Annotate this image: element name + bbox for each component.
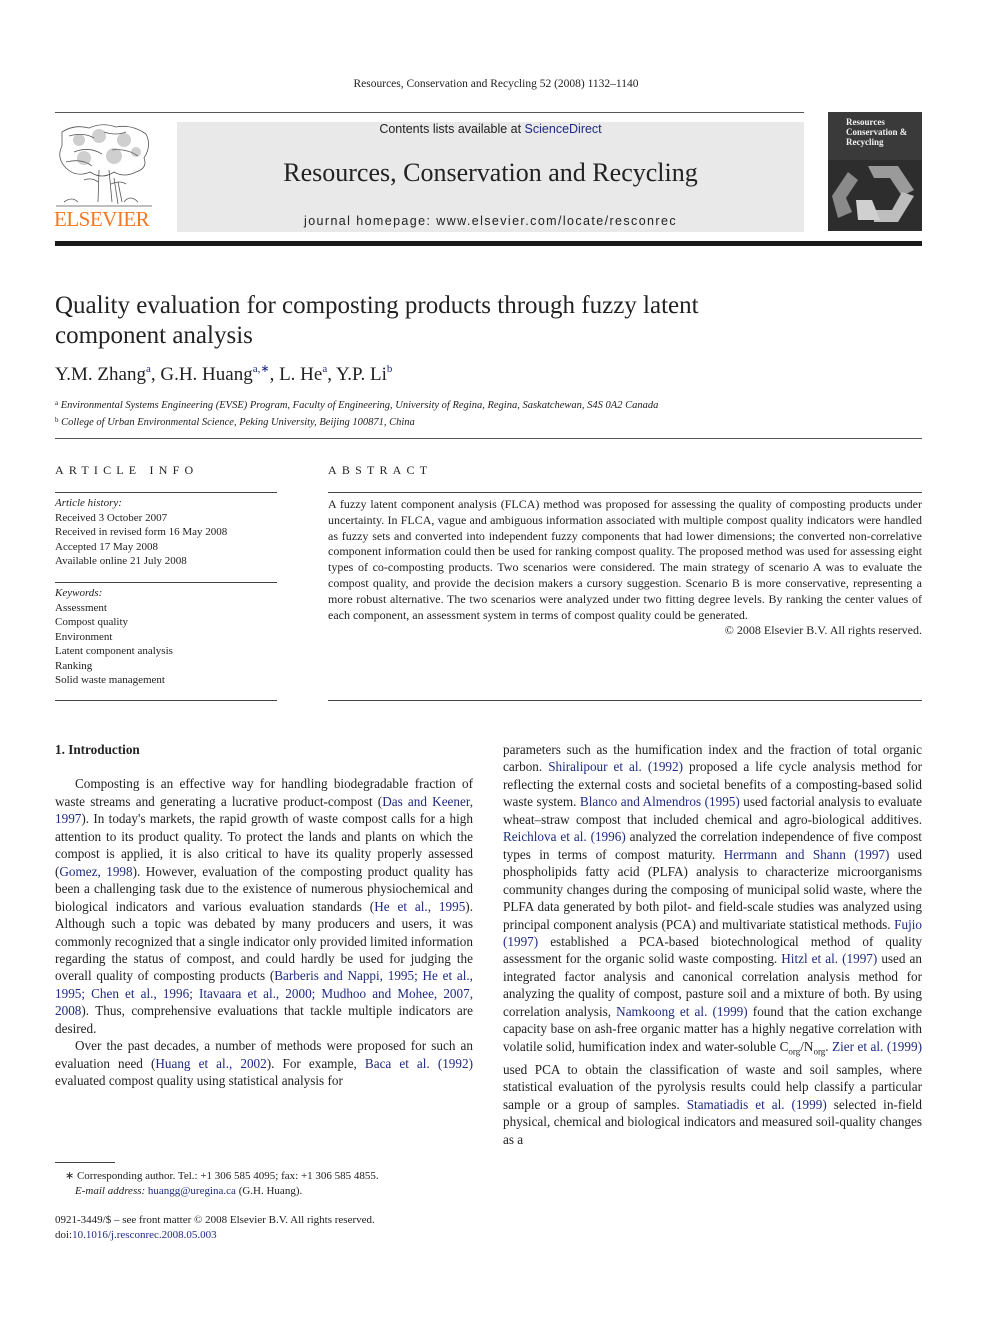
keywords-label: Keywords: <box>55 587 103 599</box>
footnote-mark: ∗ <box>65 1170 75 1182</box>
divider <box>55 438 922 439</box>
keywords: Keywords: Assessment Compost quality Env… <box>55 586 277 688</box>
article-history-label: Article history: <box>55 497 122 509</box>
divider <box>55 700 277 701</box>
citation-link[interactable]: Stamatiadis et al. (1999) <box>687 1097 827 1112</box>
citation-link[interactable]: Shiralipour et al. (1992) <box>548 759 683 774</box>
author-name[interactable]: L. He <box>279 364 322 385</box>
footnote-text: Corresponding author. Tel.: +1 306 585 4… <box>74 1170 379 1182</box>
subscript: org <box>813 1046 826 1057</box>
email-label: E-mail address: <box>75 1184 148 1197</box>
body-paragraph: parameters such as the humification inde… <box>503 742 923 1147</box>
abstract-copyright: © 2008 Elsevier B.V. All rights reserved… <box>724 623 922 638</box>
citation-link[interactable]: Gomez, 1998 <box>59 864 132 879</box>
author-affil-mark[interactable]: b <box>387 363 393 375</box>
citation-link[interactable]: Huang et al., 2002 <box>155 1056 266 1071</box>
citation-link[interactable]: Barberis and Nappi, 1995; He et al., 199… <box>55 968 473 1018</box>
keyword: Compost quality <box>55 616 129 628</box>
issn-line: 0921-3449/$ – see front matter © 2008 El… <box>55 1214 375 1226</box>
history-item: Accepted 17 May 2008 <box>55 540 158 553</box>
citation-link[interactable]: He et al., 1995 <box>374 899 465 914</box>
journal-title: Resources, Conservation and Recycling <box>283 158 698 187</box>
citation-link[interactable]: Zier et al. (1999) <box>832 1039 922 1054</box>
email-link[interactable]: huangg@uregina.ca <box>148 1185 236 1197</box>
keyword: Latent component analysis <box>55 645 173 657</box>
header-bottom-rule <box>55 241 922 246</box>
divider <box>328 700 922 701</box>
author-affil-mark[interactable]: a <box>322 363 327 375</box>
article-title: Quality evaluation for composting produc… <box>55 292 699 349</box>
history-item: Received 3 October 2007 <box>55 511 168 524</box>
citation-link[interactable]: Hitzl et al. (1997) <box>781 951 877 966</box>
author-name[interactable]: Y.M. Zhang <box>55 364 146 385</box>
journal-homepage: journal homepage: www.elsevier.com/locat… <box>177 214 804 229</box>
section-heading-introduction: 1. Introduction <box>55 742 140 757</box>
affiliation: a Environmental Systems Engineering (EVS… <box>55 399 659 411</box>
doi-link[interactable]: 10.1016/j.resconrec.2008.05.003 <box>72 1229 217 1241</box>
cover-title: Resources Conservation & Recycling <box>846 117 908 147</box>
citation-link[interactable]: Das and Keener, 1997 <box>55 794 473 826</box>
contents-line: Contents lists available at ScienceDirec… <box>177 122 804 137</box>
header-top-rule <box>55 112 804 113</box>
article-history: Article history: Received 3 October 2007… <box>55 496 277 569</box>
divider <box>55 492 277 493</box>
citation-link[interactable]: Fujio (1997) <box>503 917 922 949</box>
keyword: Environment <box>55 630 113 643</box>
citation-link[interactable]: Blanco and Almendros (1995) <box>580 794 740 809</box>
abstract: A fuzzy latent component analysis (FLCA)… <box>328 497 922 639</box>
abstract-body: A fuzzy latent component analysis (FLCA)… <box>328 497 922 622</box>
body-paragraph: Over the past decades, a number of metho… <box>55 1038 473 1089</box>
citation-link[interactable]: Namkoong et al. (1999) <box>616 1004 748 1019</box>
email-suffix: (G.H. Huang). <box>235 1184 303 1197</box>
author-name[interactable]: G.H. Huang <box>160 364 252 385</box>
body-column-right: parameters such as the humification inde… <box>503 741 922 1148</box>
journal-cover[interactable]: Resources Conservation & Recycling <box>828 112 922 231</box>
abstract-heading: ABSTRACT <box>328 463 433 477</box>
author-list: Y.M. Zhanga, G.H. Huanga,∗, L. Hea, Y.P.… <box>55 363 393 385</box>
footnote-rule <box>55 1162 115 1163</box>
corresponding-author-footnote: ∗ Corresponding author. Tel.: +1 306 585… <box>65 1169 379 1198</box>
elsevier-wordmark: ELSEVIER <box>54 207 150 231</box>
citation-link[interactable]: Reichlova et al. (1996) <box>503 829 626 844</box>
citation-link[interactable]: Herrmann and Shann (1997) <box>724 847 890 862</box>
affiliations: a Environmental Systems Engineering (EVS… <box>55 396 658 430</box>
journal-banner: Contents lists available at ScienceDirec… <box>177 122 804 232</box>
keyword: Solid waste management <box>55 674 165 686</box>
citation-link[interactable]: Baca et al. (1992) <box>365 1056 473 1071</box>
divider <box>328 492 922 493</box>
elsevier-tree-icon <box>56 124 152 207</box>
keyword: Assessment <box>55 601 107 614</box>
homepage-label: journal homepage: <box>304 214 437 228</box>
body-paragraph: Composting is an effective way for handl… <box>55 776 474 1036</box>
history-item: Available online 21 July 2008 <box>55 555 187 567</box>
author-affil-mark[interactable]: a,∗ <box>253 363 270 375</box>
front-matter: 0921-3449/$ – see front matter © 2008 El… <box>55 1213 375 1242</box>
body-column-left: 1. Introduction Composting is an effecti… <box>55 741 473 1090</box>
keyword: Ranking <box>55 659 93 672</box>
doi-label: doi: <box>55 1228 73 1241</box>
affiliation: b College of Urban Environmental Science… <box>55 416 415 428</box>
author-affil-mark[interactable]: a <box>146 363 151 375</box>
homepage-url[interactable]: www.elsevier.com/locate/resconrec <box>436 214 677 228</box>
history-item: Received in revised form 16 May 2008 <box>55 526 228 538</box>
contents-prefix: Contents lists available at <box>379 122 525 136</box>
author-name[interactable]: Y.P. Li <box>336 364 387 385</box>
elsevier-logo[interactable]: ELSEVIER <box>54 122 156 232</box>
divider <box>55 582 277 583</box>
running-head: Resources, Conservation and Recycling 52… <box>353 78 639 90</box>
subscript: org <box>788 1046 801 1057</box>
sciencedirect-link[interactable]: ScienceDirect <box>525 122 602 136</box>
article-info-heading: ARTICLE INFO <box>55 463 199 477</box>
recycling-arrows-icon <box>828 160 922 231</box>
